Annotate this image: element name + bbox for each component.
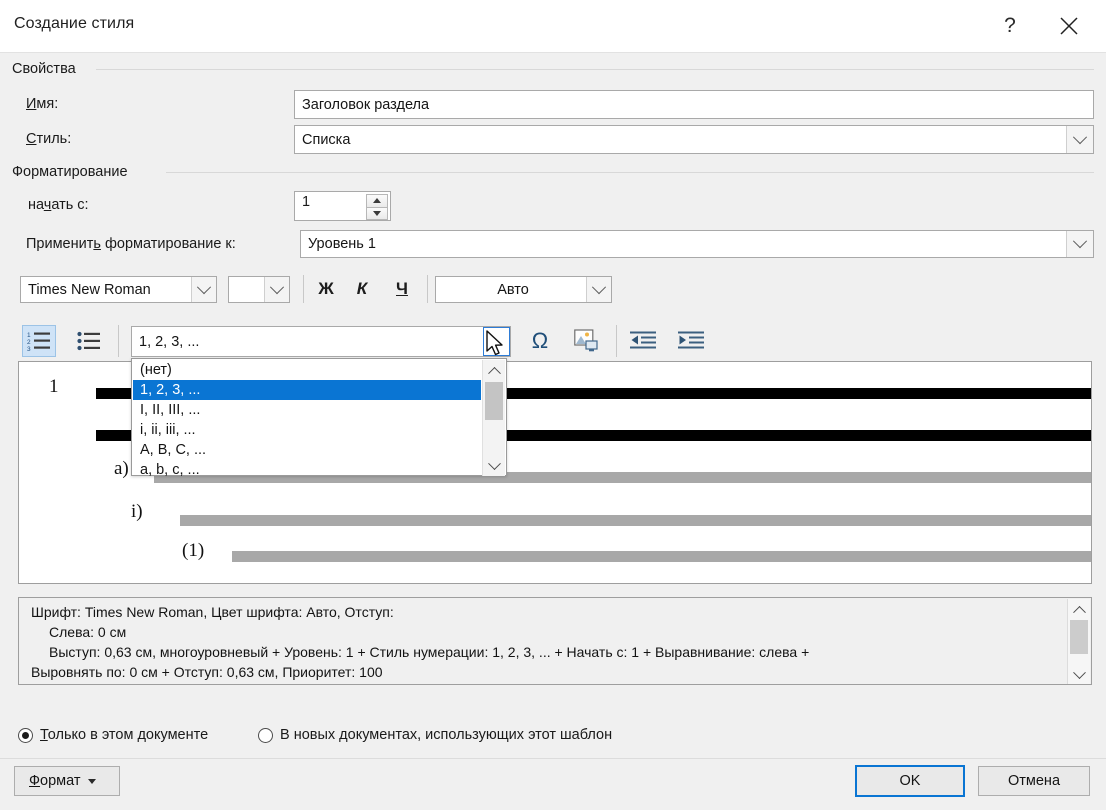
dropdown-scrollbar[interactable] <box>482 360 505 476</box>
style-description-box: Шрифт: Times New Roman, Цвет шрифта: Авт… <box>18 597 1092 685</box>
toolbar-separator-4 <box>616 325 617 357</box>
dropdown-option-alpha-lower[interactable]: a, b, c, ... <box>133 460 481 480</box>
create-style-dialog: Создание стиля ? Свойства Имя: Заголовок… <box>0 0 1106 810</box>
number-style-combo[interactable]: 1, 2, 3, ... <box>131 326 511 357</box>
increase-indent-icon[interactable] <box>674 325 708 357</box>
scrollbar-thumb[interactable] <box>485 382 503 420</box>
numbered-list-icon[interactable]: 1 2 3 <box>22 325 56 357</box>
radio-indicator <box>18 727 33 743</box>
dropdown-option-alpha-upper[interactable]: A, B, C, ... <box>133 440 481 460</box>
preview-marker-3: i) <box>131 501 143 522</box>
start-at-spin-buttons[interactable] <box>366 194 388 220</box>
group-rule-formatting <box>166 172 1094 173</box>
apply-formatting-chevron-down-icon[interactable] <box>1066 231 1093 257</box>
font-family-chevron-down-icon[interactable] <box>191 277 216 302</box>
toolbar-separator-3 <box>118 325 119 357</box>
insert-symbol-icon[interactable]: Ω <box>524 325 556 357</box>
scroll-up-icon[interactable] <box>1068 599 1090 619</box>
font-size-chevron-down-icon[interactable] <box>264 277 289 302</box>
name-label: Имя: <box>26 96 59 112</box>
radio-label: В новых документах, использующих этот ша… <box>280 727 613 743</box>
apply-formatting-label: Применить форматирование к: <box>26 236 236 252</box>
preview-marker-2: a) <box>114 458 129 479</box>
dialog-titlebar: Создание стиля ? <box>0 0 1106 53</box>
group-label-formatting: Форматирование <box>12 164 136 180</box>
description-line: Выступ: 0,63 см, многоуровневый + Уровен… <box>49 644 810 660</box>
start-at-label: начать с: <box>28 197 89 213</box>
style-type-label: Стиль: <box>26 131 72 147</box>
radio-new-documents-template[interactable]: В новых документах, использующих этот ша… <box>258 727 612 743</box>
style-name-input[interactable]: Заголовок раздела <box>294 90 1094 119</box>
dropdown-option-roman-upper[interactable]: I, II, III, ... <box>133 400 481 420</box>
decrease-indent-icon[interactable] <box>626 325 660 357</box>
help-button[interactable]: ? <box>988 6 1032 46</box>
number-style-chevron-down-icon[interactable] <box>483 327 510 356</box>
style-type-combo[interactable]: Списка <box>294 125 1094 154</box>
apply-formatting-combo[interactable]: Уровень 1 <box>300 230 1094 258</box>
start-at-spinner[interactable]: 1 <box>294 191 391 221</box>
svg-text:2: 2 <box>27 339 31 346</box>
number-style-dropdown-list[interactable]: (нет) 1, 2, 3, ... I, II, III, ... i, ii… <box>133 360 481 480</box>
radio-label: Только в этом документе <box>40 727 209 743</box>
number-style-dropdown[interactable]: (нет) 1, 2, 3, ... I, II, III, ... i, ii… <box>131 358 507 478</box>
preview-marker-4: (1) <box>182 540 205 561</box>
dialog-title: Создание стиля <box>14 15 135 32</box>
italic-button[interactable]: К <box>348 275 376 303</box>
description-line: Слева: 0 см <box>49 624 127 640</box>
cancel-button[interactable]: Отмена <box>978 766 1090 796</box>
scroll-up-icon[interactable] <box>483 360 505 380</box>
spin-down-icon[interactable] <box>366 207 388 220</box>
footer-divider <box>0 758 1106 759</box>
font-family-combo[interactable]: Times New Roman <box>20 276 217 303</box>
bold-button[interactable]: Ж <box>311 275 341 303</box>
toolbar-separator-2 <box>427 275 428 303</box>
format-button[interactable]: Формат <box>14 766 120 796</box>
svg-text:3: 3 <box>27 346 31 352</box>
caret-down-icon <box>87 778 96 784</box>
start-at-value: 1 <box>302 194 311 210</box>
preview-text-bar <box>232 551 1091 562</box>
dropdown-option-roman-lower[interactable]: i, ii, iii, ... <box>133 420 481 440</box>
group-rule-properties <box>96 69 1094 70</box>
radio-this-document-only[interactable]: Только в этом документе <box>18 727 208 743</box>
preview-text-bar <box>180 515 1091 526</box>
font-color-chevron-down-icon[interactable] <box>586 277 611 302</box>
preview-marker-1: 1 <box>49 376 59 397</box>
format-button-label: Формат <box>29 773 81 789</box>
radio-indicator <box>258 727 273 743</box>
scroll-down-icon[interactable] <box>1068 665 1090 684</box>
bulleted-list-icon[interactable] <box>72 325 106 357</box>
underline-button[interactable]: Ч <box>388 275 416 303</box>
close-icon[interactable] <box>1046 6 1092 46</box>
spin-up-icon[interactable] <box>366 194 388 208</box>
description-line: Шрифт: Times New Roman, Цвет шрифта: Авт… <box>31 604 394 620</box>
description-line: Выровнять по: 0 см + Отступ: 0,63 см, Пр… <box>31 664 383 680</box>
svg-text:1: 1 <box>27 332 31 339</box>
description-scrollbar[interactable] <box>1067 599 1090 684</box>
toolbar-separator-1 <box>303 275 304 303</box>
ok-button[interactable]: OK <box>855 765 965 797</box>
style-type-chevron-down-icon[interactable] <box>1066 126 1093 153</box>
group-label-properties: Свойства <box>12 61 84 77</box>
scroll-down-icon[interactable] <box>483 456 505 476</box>
insert-picture-icon[interactable] <box>570 325 604 357</box>
dropdown-option-none[interactable]: (нет) <box>133 360 481 380</box>
scrollbar-thumb[interactable] <box>1070 620 1088 654</box>
dropdown-option-arabic[interactable]: 1, 2, 3, ... <box>133 380 481 400</box>
